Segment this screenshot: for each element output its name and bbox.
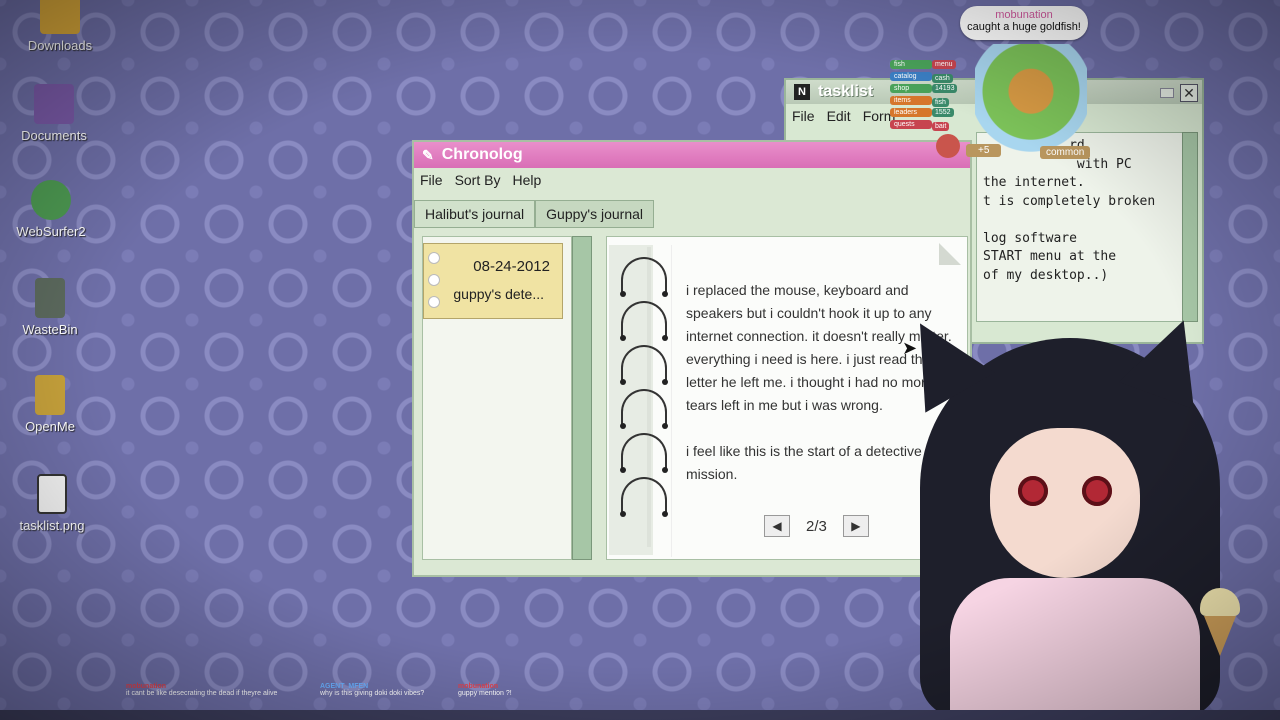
chronolog-menubar: File Sort By Help (414, 168, 970, 192)
fishing-menu-catalog[interactable]: catalog (890, 72, 932, 81)
fishing-menu-items[interactable]: items (890, 96, 932, 105)
bait-icon (936, 134, 960, 158)
menu-help[interactable]: Help (512, 172, 541, 188)
avatar-eye (1018, 476, 1048, 506)
stream-chat: mobunation it cant be like desecrating t… (126, 683, 558, 697)
stat-cash-value: 14193 (932, 84, 958, 93)
bubble-message: caught a huge goldfish! (967, 21, 1081, 33)
reward-badge: +5 (966, 144, 1002, 157)
binder-hole-icon (428, 252, 440, 264)
desktop-icon-documents[interactable]: Documents (9, 84, 99, 143)
entry-date: 08-24-2012 (473, 258, 550, 275)
tab-guppys-journal[interactable]: Guppy's journal (535, 200, 655, 228)
stat-fish: fish (932, 98, 949, 107)
fishing-menu-leaders[interactable]: leaders (890, 108, 932, 117)
desktop-icon-label: WebSurfer2 (16, 224, 86, 239)
minimize-button[interactable] (1160, 88, 1174, 98)
desktop-icon-downloads[interactable]: Downloads (15, 0, 105, 53)
stat-bait: bait (932, 122, 950, 131)
entry-name: guppy's dete... (453, 286, 544, 302)
desktop-icon-label: tasklist.png (19, 518, 85, 533)
globe-icon (31, 180, 71, 220)
tab-halibuts-journal[interactable]: Halibut's journal (414, 200, 536, 228)
desktop-icon-label: Documents (21, 128, 87, 143)
binder-hole-icon (428, 274, 440, 286)
chat-bubble: mobunation caught a huge goldfish! (960, 6, 1088, 40)
trophy-icon (35, 375, 65, 415)
chat-text: why is this giving doki doki vibes? (320, 690, 425, 697)
tasklist-title: tasklist (818, 83, 874, 100)
scrollbar[interactable] (1182, 132, 1198, 322)
desktop-icon-tasklist[interactable]: tasklist.png (7, 474, 97, 533)
avatar-eye (1082, 476, 1112, 506)
desktop-icon-openme[interactable]: OpenMe (5, 375, 95, 434)
notepad-icon: N (794, 84, 810, 100)
spiral-ring-icon (620, 477, 668, 517)
chat-user: AGENT_MFEN (320, 683, 369, 690)
entry-list: 08-24-2012 guppy's dete... (422, 236, 572, 560)
desktop-icon-websurfer2[interactable]: WebSurfer2 (6, 180, 96, 239)
bubble-user: mobunation (995, 9, 1053, 21)
entry-list-scrollbar[interactable] (572, 236, 592, 560)
avatar-outfit (950, 578, 1200, 720)
menu-sort-by[interactable]: Sort By (455, 172, 501, 188)
avatar-face (990, 428, 1140, 578)
fishing-menu-shop[interactable]: shop (890, 84, 932, 93)
close-button[interactable]: ✕ (1180, 84, 1198, 102)
page-pager: ◀ 2/3 ▶ (764, 515, 869, 537)
menu-file[interactable]: File (792, 108, 815, 124)
desktop-icon-label: Downloads (27, 38, 93, 53)
stat-cash: cash (932, 74, 953, 83)
fishing-menu-fish[interactable]: fish (890, 60, 932, 69)
fishing-menu-quests[interactable]: quests (890, 120, 932, 129)
desktop-icon-label: OpenMe (25, 419, 75, 434)
spiral-ring-icon (620, 433, 668, 473)
rarity-badge: common (1040, 146, 1091, 159)
spiral-ring-icon (620, 345, 668, 385)
page-indicator: 2/3 (806, 517, 827, 535)
folder-icon (34, 84, 74, 124)
vtuber-avatar (880, 303, 1280, 720)
folder-icon (40, 0, 80, 34)
notepad-icon (37, 474, 67, 514)
journal-tabs: Halibut's journal Guppy's journal (414, 200, 655, 228)
menu-file[interactable]: File (420, 172, 443, 188)
pen-icon: ✎ (422, 146, 434, 163)
stat-fish-value: 1552 (932, 108, 954, 117)
chat-message: mobunation guppy mention ?! (458, 683, 558, 697)
chat-user: mobunation (458, 683, 499, 690)
desktop-icon-wastebin[interactable]: WasteBin (5, 278, 95, 337)
next-page-button[interactable]: ▶ (842, 515, 869, 537)
chat-message: mobunation it cant be like desecrating t… (126, 683, 302, 697)
chat-message: AGENT_MFEN why is this giving doki doki … (320, 683, 440, 697)
chat-text: guppy mention ?! (458, 690, 512, 697)
menu-edit[interactable]: Edit (827, 108, 851, 124)
chat-text: it cant be like desecrating the dead if … (126, 690, 278, 697)
chat-user: mobunation (126, 683, 167, 690)
chronolog-title: Chronolog (441, 146, 523, 163)
page-dogear (939, 243, 961, 265)
binder-hole-icon (428, 296, 440, 308)
desktop-icon-label: WasteBin (22, 322, 78, 337)
chronolog-titlebar[interactable]: ✎ Chronolog (414, 142, 970, 168)
journal-entry-card[interactable]: 08-24-2012 guppy's dete... (423, 243, 563, 319)
spiral-ring-icon (620, 301, 668, 341)
taskbar[interactable] (0, 710, 1280, 720)
prev-page-button[interactable]: ◀ (764, 515, 790, 537)
fishing-menu: fish catalog shop items leaders quests (890, 60, 960, 132)
spiral-ring-icon (620, 257, 668, 297)
spiral-ring-icon (620, 389, 668, 429)
stat-menu: menu (932, 60, 956, 69)
ice-cream-icon (1200, 588, 1240, 658)
trash-icon (35, 278, 65, 318)
